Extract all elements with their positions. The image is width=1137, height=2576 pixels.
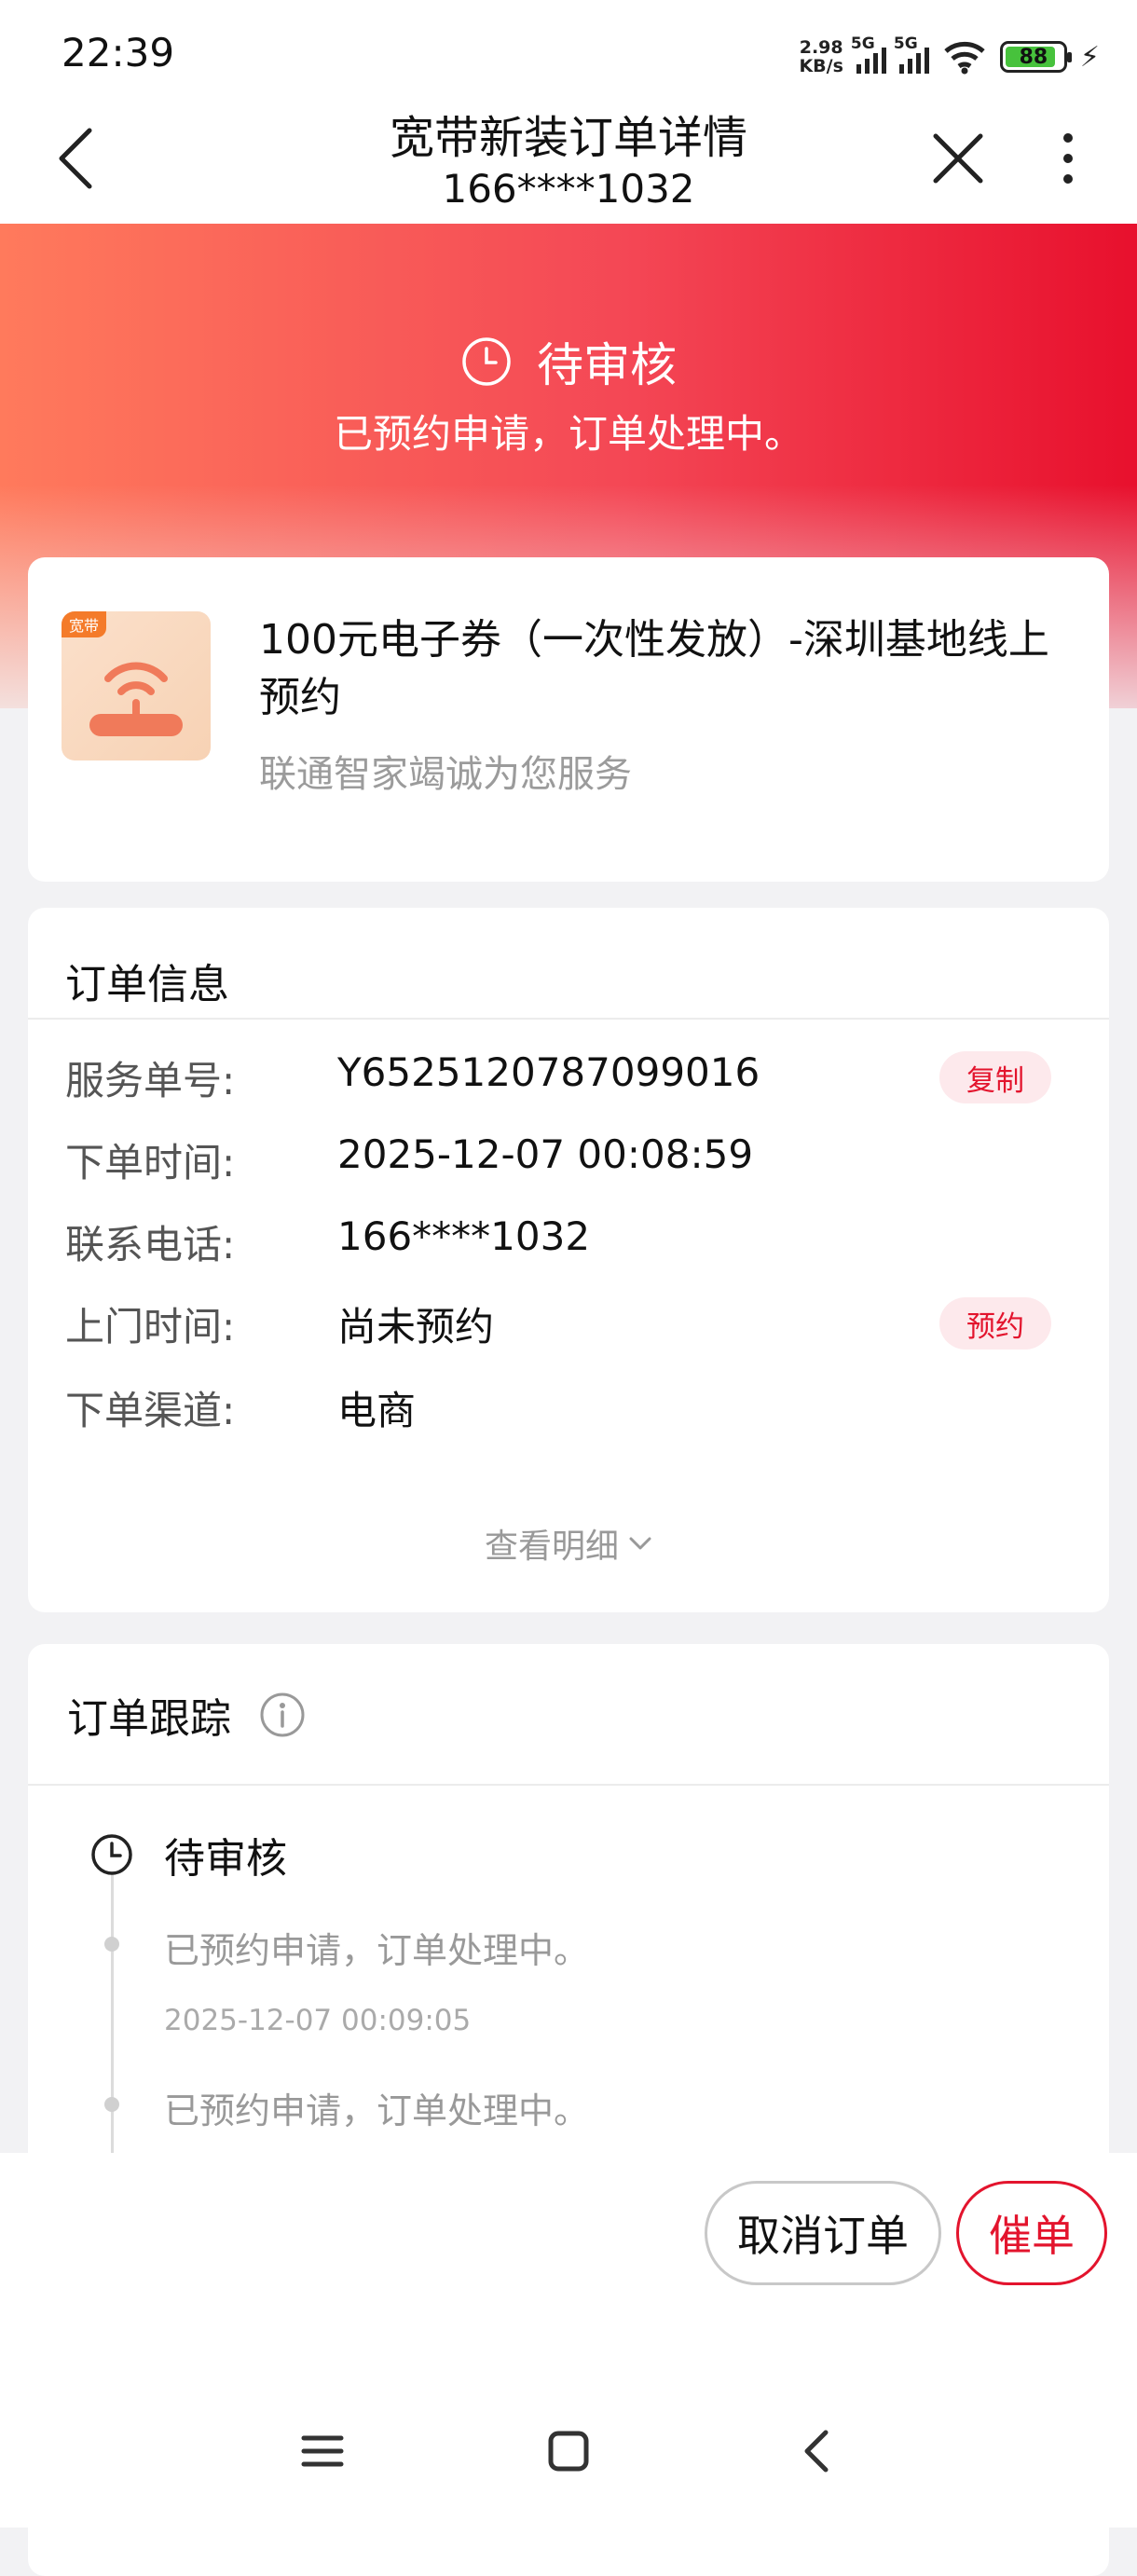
order-info-title: 订单信息: [65, 961, 229, 1008]
battery-icon: 88: [999, 41, 1072, 73]
timeline-dot: [104, 2097, 119, 2112]
tracking-entry-text: 已预约申请，订单处理中。: [164, 2090, 590, 2131]
book-button[interactable]: 预约: [939, 1297, 1051, 1350]
urge-order-button[interactable]: 催单: [956, 2181, 1107, 2285]
status-time: 22:39: [62, 30, 175, 75]
signal-icon: 5G: [851, 34, 886, 74]
view-details-link[interactable]: 查看明细: [28, 1519, 1109, 1568]
more-icon[interactable]: [1049, 130, 1087, 186]
close-icon[interactable]: [930, 130, 986, 186]
system-back-icon[interactable]: [788, 2423, 844, 2479]
product-name: 100元电子券（一次性发放）-深圳基地线上预约: [259, 616, 1049, 721]
order-channel-label: 下单渠道:: [65, 1388, 236, 1433]
divider: [28, 1784, 1109, 1786]
timeline-line: [111, 1871, 114, 2198]
tracking-status: 待审核: [164, 1835, 287, 1883]
clock-icon: [91, 1834, 132, 1875]
chevron-down-icon: [629, 1537, 651, 1550]
order-time-value: 2025-12-07 00:08:59: [337, 1131, 754, 1177]
signal-icon: 5G: [894, 34, 929, 74]
contact-phone-value: 166****1032: [337, 1213, 591, 1259]
order-info-card: 订单信息 服务单号: Y6525120787099016 复制 下单时间: 20…: [28, 908, 1109, 1612]
tracking-header: 订单跟踪: [67, 1685, 306, 1745]
clock-icon: [462, 337, 511, 386]
timeline-dot: [104, 1937, 119, 1952]
status-text: 待审核: [537, 338, 677, 392]
order-time-label: 下单时间:: [65, 1140, 236, 1185]
visit-time-value: 尚未预约: [337, 1304, 495, 1350]
menu-icon[interactable]: [295, 2423, 350, 2479]
status-description: 已预约申请，订单处理中。: [333, 411, 803, 457]
net-speed: 2.98 KB/s: [799, 37, 843, 76]
copy-button[interactable]: 复制: [939, 1051, 1051, 1103]
divider: [28, 1018, 1109, 1020]
view-details-label: 查看明细: [484, 1528, 619, 1566]
charging-icon: ⚡: [1079, 40, 1100, 74]
visit-time-label: 上门时间:: [65, 1304, 236, 1350]
wifi-icon: [944, 41, 985, 75]
contact-phone-label: 联系电话:: [65, 1222, 236, 1267]
info-icon[interactable]: [259, 1692, 306, 1738]
service-number-label: 服务单号:: [65, 1058, 236, 1103]
service-number-value: Y6525120787099016: [337, 1049, 760, 1095]
product-thumbnail: 宽带: [62, 611, 211, 760]
tracking-entry-text: 已预约申请，订单处理中。: [164, 1930, 590, 1971]
order-channel-value: 电商: [337, 1388, 417, 1433]
status-heading: 待审核: [0, 328, 1137, 395]
product-card[interactable]: 宽带 100元电子券（一次性发放）-深圳基地线上预约 联通智家竭诚为您服务: [28, 557, 1109, 882]
thumbnail-tag: 宽带: [62, 611, 107, 637]
tracking-title: 订单跟踪: [67, 1695, 231, 1743]
tracking-entry-time: 2025-12-07 00:09:05: [164, 2004, 472, 2037]
product-slogan: 联通智家竭诚为您服务: [259, 753, 632, 796]
status-icons: 2.98 KB/s 5G 5G 88 ⚡: [799, 34, 1100, 80]
cancel-order-button[interactable]: 取消订单: [705, 2181, 941, 2285]
home-icon[interactable]: [541, 2423, 596, 2479]
